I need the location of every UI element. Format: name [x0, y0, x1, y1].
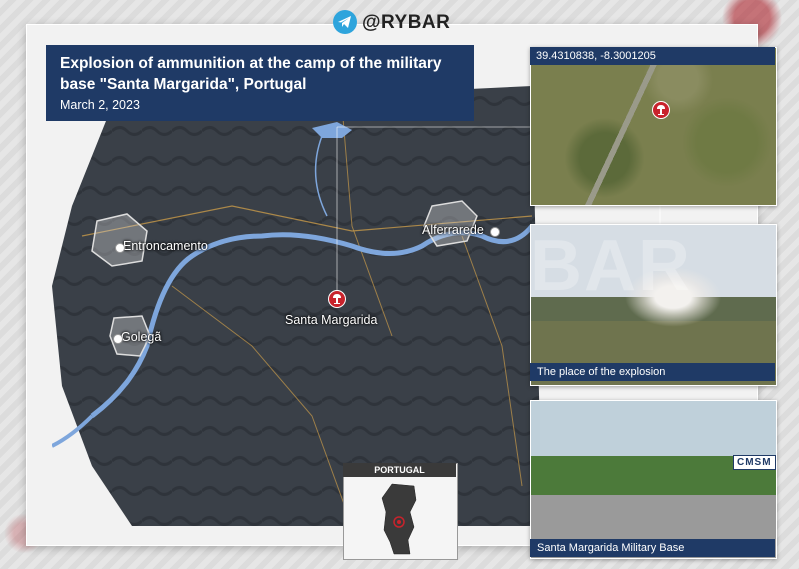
place-label-entroncamento: Entroncamento [123, 239, 208, 253]
explosion-caption: The place of the explosion [537, 366, 666, 378]
base-sign: CMSM [733, 455, 776, 470]
watermark: BAR [530, 226, 692, 306]
coordinates-label: 39.4310838, -8.3001205 [536, 50, 656, 62]
place-label-golega: Golegã [121, 330, 162, 344]
place-label-santa-margarida: Santa Margarida [285, 313, 378, 327]
telegram-icon [333, 10, 357, 34]
portugal-outline [381, 483, 417, 555]
town-marker [115, 243, 125, 253]
place-label-alferrarede: Alferrarede [422, 223, 484, 237]
brand-handle: @RYBAR [362, 12, 451, 33]
inset-map [343, 463, 458, 560]
date-label: March 2, 2023 [60, 98, 140, 112]
inset-title: PORTUGAL [374, 465, 425, 475]
base-caption: Santa Margarida Military Base [537, 542, 685, 554]
satellite-photo [530, 47, 777, 206]
page-title: Explosion of ammunition at the camp of t… [60, 55, 442, 93]
town-marker [490, 227, 500, 237]
military-base-photo [530, 400, 777, 559]
town-marker [113, 334, 123, 344]
explosion-marker-icon [328, 290, 346, 308]
explosion-marker-icon [652, 101, 670, 119]
